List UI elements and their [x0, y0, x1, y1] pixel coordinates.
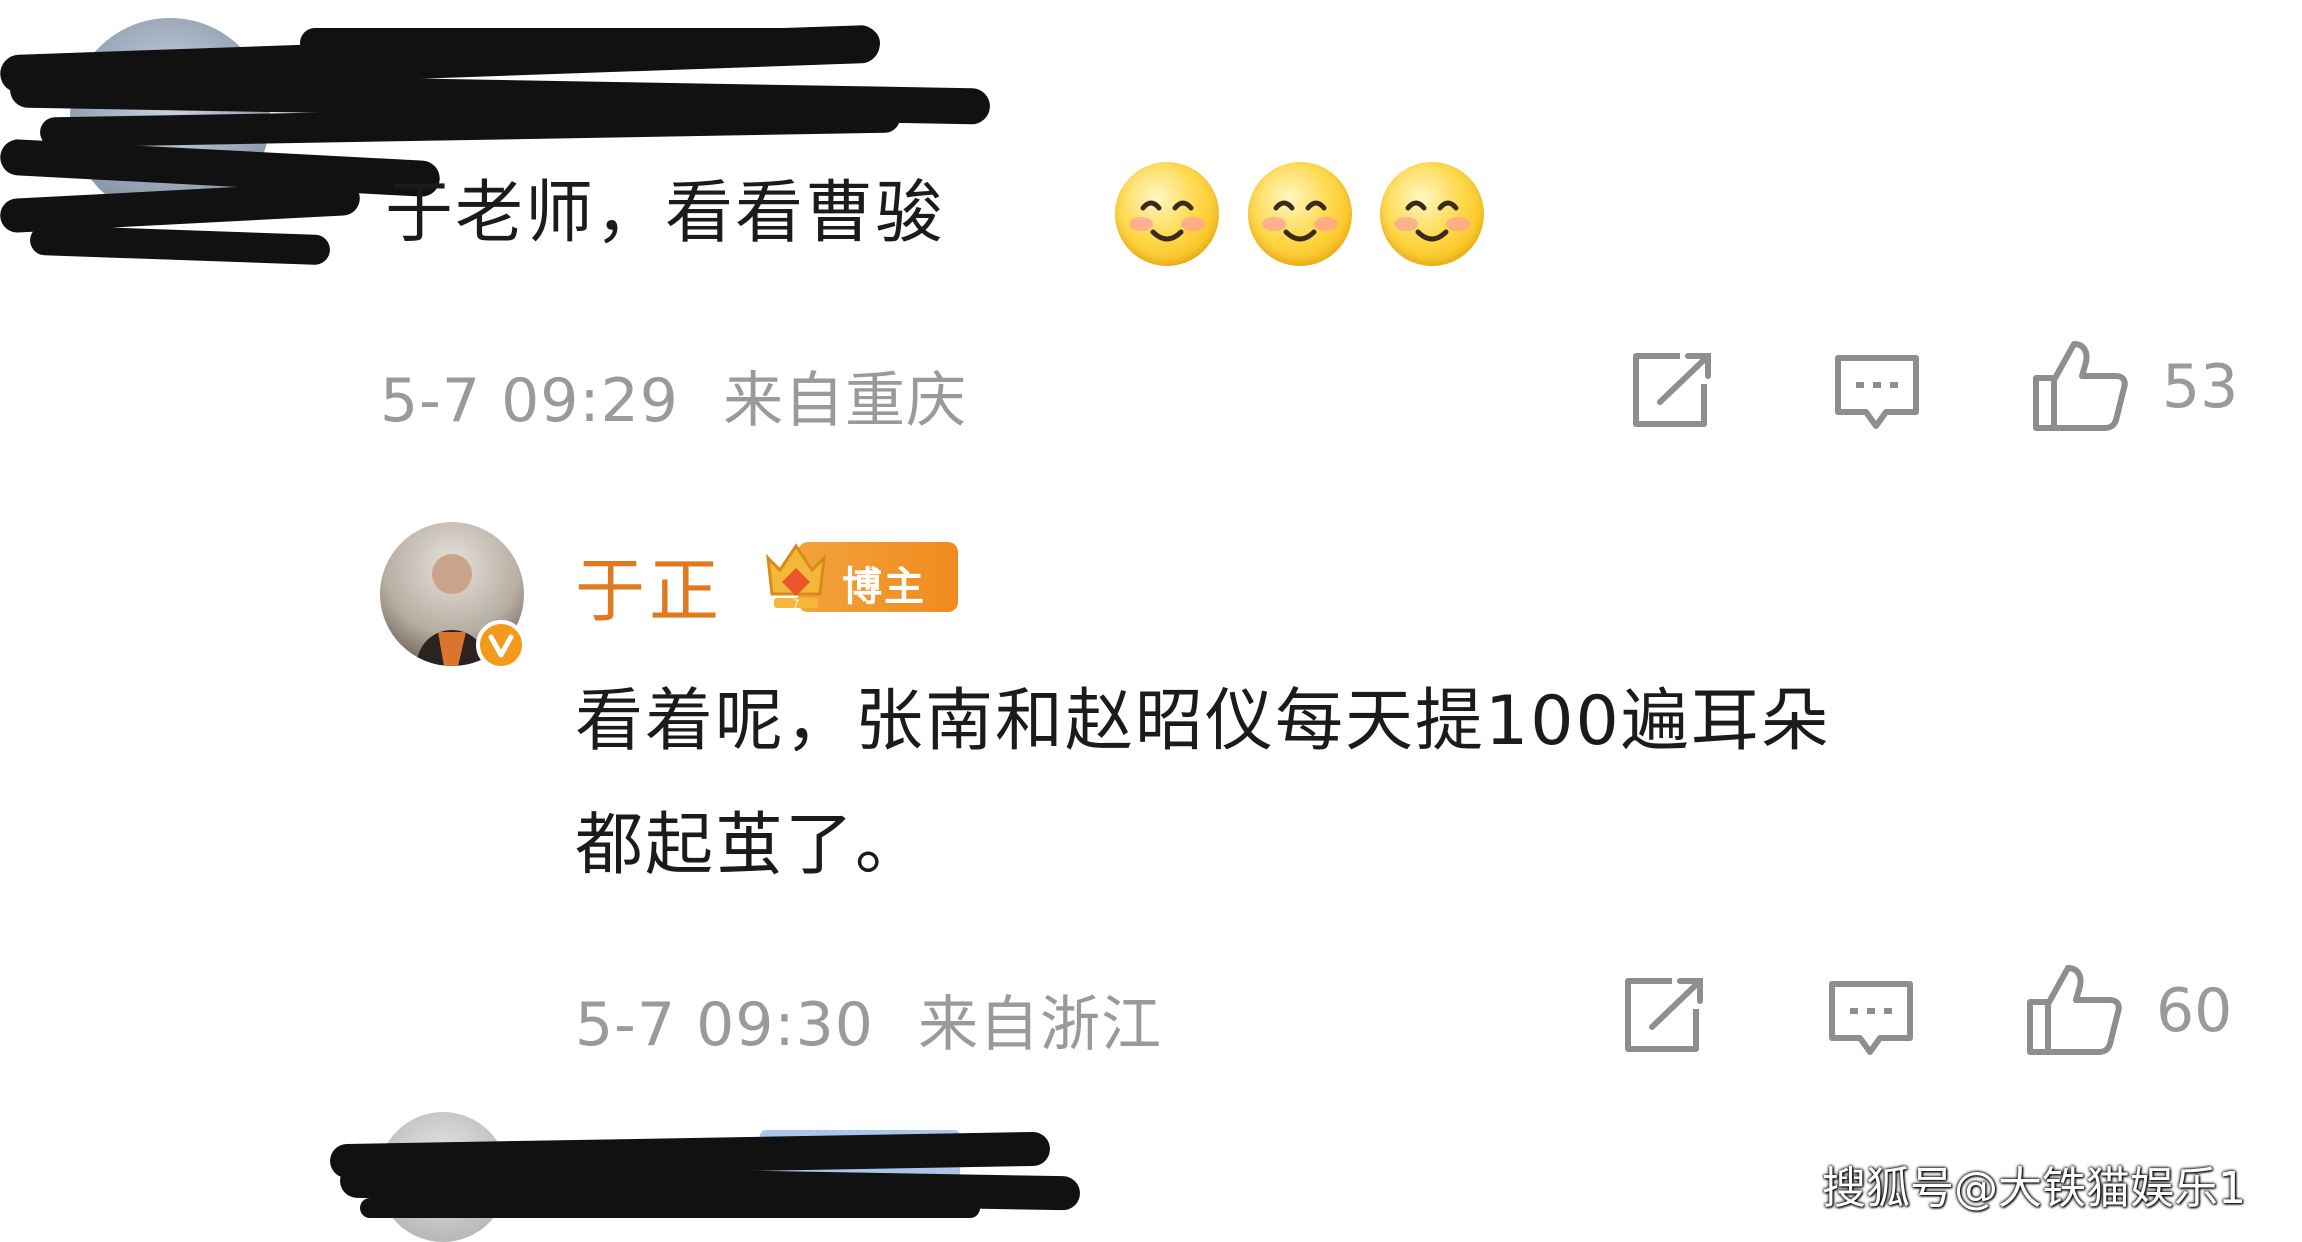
- share-icon: [1633, 353, 1711, 427]
- username[interactable]: 于正: [575, 535, 723, 636]
- svg-text:7: 7: [793, 597, 800, 611]
- reply-location: 来自浙江: [918, 990, 1163, 1060]
- like-icon: [2033, 341, 2128, 431]
- comment-location: 来自重庆: [723, 366, 968, 436]
- badge-label: 博主: [842, 564, 926, 610]
- comment-timestamp: 5-7 09:29 来自重庆: [380, 352, 967, 439]
- watermark: 搜狐号@大铁猫娱乐1: [1822, 1163, 2246, 1214]
- reply-timestamp: 5-7 09:30 来自浙江: [575, 976, 1162, 1063]
- like-count: 60: [2156, 976, 2233, 1046]
- verified-v-icon: [476, 620, 526, 670]
- comment-time: 5-7 09:29: [380, 366, 679, 436]
- comment-icon: [1829, 981, 1913, 1055]
- comment-button[interactable]: [1826, 978, 1916, 1064]
- reply-time: 5-7 09:30: [575, 990, 874, 1060]
- smile-emoji: [1248, 162, 1352, 266]
- blogger-badge: 7 博主: [760, 538, 960, 618]
- like-button[interactable]: [2024, 962, 2124, 1062]
- share-button[interactable]: [1630, 350, 1716, 434]
- like-icon: [2027, 965, 2122, 1055]
- smile-emoji: [1380, 162, 1484, 266]
- share-icon: [1625, 978, 1703, 1052]
- smile-emoji: [1115, 162, 1219, 266]
- like-button[interactable]: [2030, 338, 2130, 438]
- like-count: 53: [2162, 352, 2239, 422]
- share-button[interactable]: [1622, 975, 1708, 1059]
- comment-text: 于老师，看看曹骏: [385, 174, 946, 253]
- comment-icon: [1835, 355, 1919, 429]
- crown-icon: 7: [766, 543, 826, 611]
- reply-text-line2: 都起茧了。: [575, 806, 926, 885]
- comment-button[interactable]: [1832, 352, 1922, 438]
- reply-text-line1: 看着呢，张南和赵昭仪每天提100遍耳朵: [575, 682, 1831, 761]
